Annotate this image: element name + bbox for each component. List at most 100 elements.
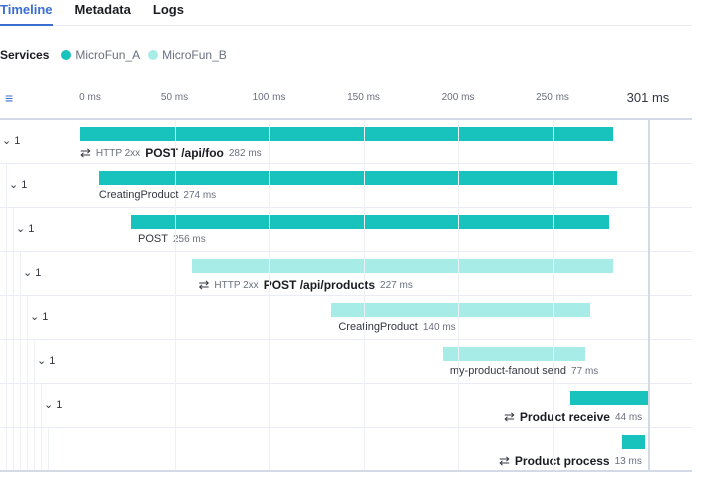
divider [0,470,692,472]
span-bar[interactable] [98,171,617,185]
legend-item-b: MicroFun_B [148,48,227,62]
tree-guide-line [13,384,14,428]
tab-metadata[interactable]: Metadata [75,0,131,26]
tree-guide-line [41,428,42,472]
tab-bar: Timeline Metadata Logs [0,0,692,26]
span-duration: 77 ms [571,365,599,377]
span-duration: 140 ms [422,321,456,333]
child-count: 1 [28,223,35,235]
transaction-icon: ⇄ [499,453,510,468]
span-bar[interactable] [569,391,649,405]
span-label: ⇄ Product process 13 ms [499,453,642,469]
span-name: POST [138,233,168,245]
gridline [174,120,176,470]
tree-guide-line [27,428,28,472]
tab-timeline[interactable]: Timeline [0,0,53,26]
child-count: 1 [49,355,56,367]
timeline-axis: ≡ 301 ms 0 ms 50 ms 100 ms 150 ms 200 ms 250 … [0,84,692,120]
span-bar[interactable] [131,215,610,229]
span-label: CreatingProduct 274 ms [99,189,216,201]
tree-guide-line [20,428,21,472]
span-row[interactable]: ⌄ 1 ⇄ HTTP 2xx POST /api/products 227 ms [0,252,692,296]
span-bar[interactable] [331,303,591,317]
transaction-icon: ⇄ [198,277,210,292]
gridline [363,120,365,470]
span-label: ⇄ Product receive 44 ms [504,409,642,425]
tree-guide-line [13,428,14,472]
tree-guide-line [13,340,14,384]
chevron-down-icon: ⌄ [23,267,33,279]
tree-guide-line [13,208,14,252]
tree-guide-line [6,340,7,384]
child-count: 1 [14,135,21,147]
expand-toggle[interactable]: ⌄ 1 [16,222,34,235]
tree-guide-line [13,296,14,340]
service-b-dot-icon [148,50,159,60]
legend-label: MicroFun_A [75,48,141,62]
span-row[interactable]: ⇄ Product process 13 ms [0,428,692,472]
tree-guide-line [34,340,35,384]
chevron-down-icon: ⌄ [9,179,19,191]
tree-guide-line [48,428,49,472]
span-label: CreatingProduct 140 ms [338,321,455,333]
span-name: POST /api/foo [145,146,224,160]
expand-toggle[interactable]: ⌄ 1 [23,266,41,279]
chevron-down-icon: ⌄ [37,355,47,367]
transaction-icon: ⇄ [504,409,515,424]
tree-guide-line [6,252,7,296]
span-label: ⇄ HTTP 2xx POST /api/products 227 ms [199,277,413,293]
span-label: my-product-fanout send 77 ms [450,365,598,377]
axis-end-label: 301 ms [626,90,670,105]
tree-guide-line [20,252,21,296]
collapse-all-icon[interactable]: ≡ [5,90,13,106]
span-name: Product process [514,454,610,468]
span-row[interactable]: ⌄ 1 ⇄ HTTP 2xx POST /api/foo 282 ms [0,120,692,164]
span-row[interactable]: ⌄ 1 POST 256 ms [0,208,692,252]
expand-toggle[interactable]: ⌄ 1 [9,178,27,191]
expand-toggle[interactable]: ⌄ 1 [2,134,20,147]
span-duration: 44 ms [614,411,643,423]
span-duration: 282 ms [228,147,262,159]
child-count: 1 [42,311,49,323]
tab-logs[interactable]: Logs [153,0,184,26]
span-bar[interactable] [191,259,613,273]
span-name: Product receive [519,410,610,424]
axis-tick-label: 150 ms [347,92,380,103]
span-bar[interactable] [442,347,585,361]
span-duration: 256 ms [172,233,206,245]
tree-guide-line [20,340,21,384]
expand-toggle[interactable]: ⌄ 1 [30,310,48,323]
expand-toggle[interactable]: ⌄ 1 [44,398,62,411]
service-a-dot-icon [61,50,72,60]
span-duration: 227 ms [380,279,413,291]
span-row[interactable]: ⌄ 1 CreatingProduct 274 ms [0,164,692,208]
status-code: HTTP 2xx [95,147,141,159]
tree-guide-line [34,428,35,472]
axis-tick-label: 100 ms [252,92,286,103]
tree-guide-line [13,252,14,296]
span-duration: 13 ms [614,455,642,467]
services-label: Services [0,48,50,62]
gridline [552,120,554,470]
span-label: POST 256 ms [138,233,206,245]
chevron-down-icon: ⌄ [16,223,26,235]
status-code: HTTP 2xx [214,279,259,291]
tree-guide-line [34,384,35,428]
span-bar[interactable] [80,127,613,141]
span-duration: 274 ms [183,189,217,201]
tree-guide-line [20,296,21,340]
span-label: ⇄ HTTP 2xx POST /api/foo 282 ms [80,145,262,161]
end-marker-line [648,120,650,470]
expand-toggle[interactable]: ⌄ 1 [37,354,55,367]
span-row[interactable]: ⌄ 1 my-product-fanout send 77 ms [0,340,692,384]
axis-tick-label: 250 ms [536,92,569,103]
span-row[interactable]: ⌄ 1 CreatingProduct 140 ms [0,296,692,340]
span-name: CreatingProduct [98,189,179,201]
transaction-icon: ⇄ [80,145,91,160]
child-count: 1 [35,267,42,279]
span-row[interactable]: ⌄ 1 ⇄ Product receive 44 ms [0,384,692,428]
tree-guide-line [27,296,28,340]
tree-guide-line [6,208,7,252]
span-bar[interactable] [622,435,646,449]
chevron-down-icon: ⌄ [30,311,40,323]
